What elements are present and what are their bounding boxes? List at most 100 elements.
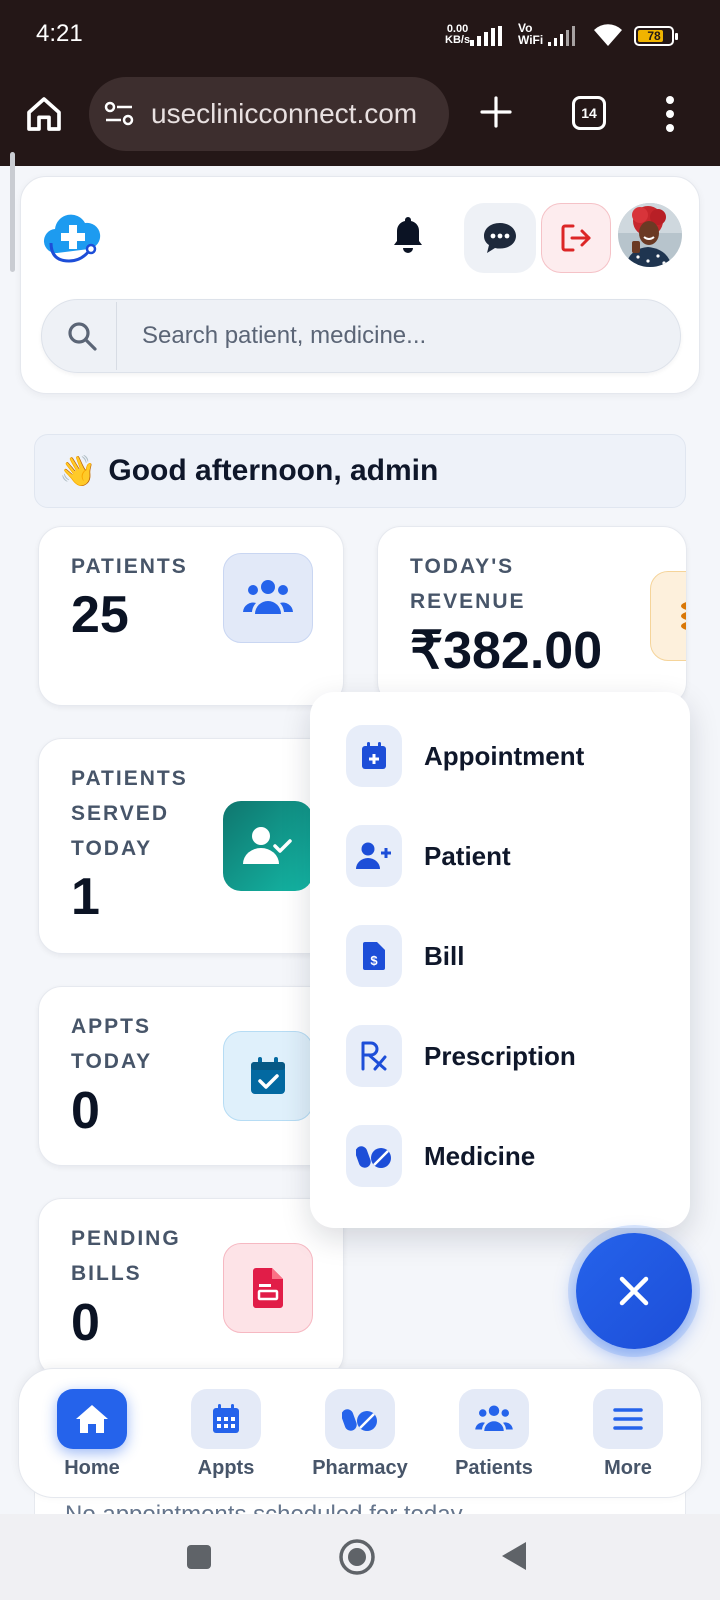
- quick-add-patient[interactable]: Patient: [346, 824, 676, 888]
- stat-label-line-2: REVENUE: [410, 590, 526, 613]
- app-header: [20, 176, 700, 394]
- stat-card-revenue[interactable]: TODAY'S REVENUE ₹382.00: [377, 526, 687, 706]
- nav-label: Appts: [197, 1457, 255, 1479]
- stat-label-line-2: SERVED: [71, 802, 169, 825]
- stat-label-line-3: TODAY: [71, 837, 153, 860]
- users-icon: [243, 580, 293, 614]
- menu-item-label: Prescription: [424, 1040, 576, 1071]
- new-tab-icon[interactable]: [478, 94, 514, 130]
- pills-icon-box: [346, 1125, 402, 1187]
- stat-value: 0: [71, 1082, 100, 1140]
- wifi-icon: [594, 24, 622, 46]
- browser-toolbar: useclinicconnect.com 14: [0, 72, 720, 166]
- browser-home-icon[interactable]: [24, 94, 64, 134]
- back-icon[interactable]: [500, 1540, 528, 1572]
- users-icon-box: [459, 1389, 529, 1449]
- calendar-plus-icon: [362, 742, 386, 769]
- user-plus-icon-box: [346, 825, 402, 887]
- appts-stat-icon-box: [223, 1031, 313, 1121]
- logout-button[interactable]: [541, 203, 611, 273]
- stat-card-patients[interactable]: PATIENTS 25: [38, 526, 344, 706]
- home-icon: [76, 1405, 108, 1433]
- clinic-logo-icon: [43, 214, 101, 263]
- pills-icon: [342, 1409, 377, 1431]
- stat-label: PATIENTS: [71, 555, 188, 578]
- nav-label: More: [604, 1457, 652, 1479]
- pills-icon: [356, 1146, 391, 1168]
- bills-stat-icon-box: [223, 1243, 313, 1333]
- chat-icon: [484, 223, 516, 253]
- stat-label-line-1: APPTS: [71, 1015, 152, 1038]
- calendar-plus-icon-box: [346, 725, 402, 787]
- site-settings-icon[interactable]: [104, 101, 136, 127]
- patients-stat-icon-box: [223, 553, 313, 643]
- greeting-banner: 👋 Good afternoon, admin: [34, 434, 686, 508]
- nav-label: Home: [64, 1457, 120, 1479]
- nav-patients[interactable]: Patients: [429, 1389, 559, 1489]
- network-speed: 0.00 KB/s: [445, 23, 471, 46]
- notification-bell-icon[interactable]: [393, 215, 423, 253]
- signal-icon: [470, 26, 502, 46]
- search-icon: [68, 322, 97, 351]
- wave-emoji: 👋: [59, 454, 97, 488]
- pills-icon-box: [325, 1389, 395, 1449]
- revenue-stat-icon-box: [650, 571, 686, 661]
- user-check-icon: [243, 827, 292, 864]
- status-bar: 4:21 0.00 KB/s Vo WiFi 78: [0, 0, 720, 72]
- stat-value: 25: [71, 586, 129, 644]
- messages-button[interactable]: [464, 203, 536, 273]
- menu-item-label: Patient: [424, 840, 511, 871]
- search-bar[interactable]: [41, 299, 681, 373]
- nav-pharmacy[interactable]: Pharmacy: [295, 1389, 425, 1489]
- stat-card-pending-bills[interactable]: PENDING BILLS 0: [38, 1198, 344, 1378]
- search-input[interactable]: [142, 300, 662, 372]
- stat-label-line-2: TODAY: [71, 1050, 153, 1073]
- users-icon: [475, 1405, 513, 1431]
- home-icon-box: [57, 1389, 127, 1449]
- stat-value: ₹382.00: [410, 622, 603, 680]
- signal-2-icon: [548, 26, 575, 46]
- search-divider: [116, 302, 117, 370]
- page-scrollbar[interactable]: [10, 152, 15, 272]
- nav-more[interactable]: More: [563, 1389, 693, 1489]
- battery-icon: 78: [634, 26, 678, 46]
- close-icon: [619, 1276, 649, 1306]
- user-plus-icon: [356, 842, 391, 869]
- coins-icon: [681, 602, 686, 630]
- stat-value: 0: [71, 1294, 100, 1352]
- calendar-icon-box: [191, 1389, 261, 1449]
- quick-add-appointment[interactable]: Appointment: [346, 724, 676, 788]
- bill-icon-box: $: [346, 925, 402, 987]
- system-home-icon[interactable]: [338, 1538, 376, 1576]
- logout-icon: [561, 224, 591, 252]
- quick-add-menu: Appointment Patient $ Bill Prescription: [310, 692, 690, 1228]
- stat-card-appts-today[interactable]: APPTS TODAY 0: [38, 986, 344, 1166]
- stat-label-line-2: BILLS: [71, 1262, 142, 1285]
- menu-item-label: Medicine: [424, 1140, 536, 1171]
- greeting-text: Good afternoon, admin: [108, 454, 439, 487]
- calendar-icon: [213, 1404, 239, 1433]
- nav-appts[interactable]: Appts: [161, 1389, 291, 1489]
- browser-menu-icon[interactable]: [664, 94, 676, 134]
- user-avatar[interactable]: [618, 203, 682, 267]
- calendar-check-icon: [251, 1057, 285, 1094]
- quick-add-close-button[interactable]: [576, 1233, 692, 1349]
- quick-add-medicine[interactable]: Medicine: [346, 1124, 676, 1188]
- nav-label: Pharmacy: [312, 1457, 408, 1479]
- nav-label: Patients: [455, 1457, 533, 1479]
- system-navigation-bar: [0, 1514, 720, 1600]
- menu-item-label: Bill: [424, 940, 465, 971]
- quick-add-prescription[interactable]: Prescription: [346, 1024, 676, 1088]
- stat-label-line-1: TODAY'S: [410, 555, 515, 578]
- tab-switcher-button[interactable]: 14: [572, 96, 606, 130]
- quick-add-bill[interactable]: $ Bill: [346, 924, 676, 988]
- nav-home[interactable]: Home: [27, 1389, 157, 1489]
- invoice-icon: [253, 1268, 283, 1308]
- vowifi-indicator: Vo WiFi: [518, 21, 544, 47]
- recents-icon[interactable]: [186, 1544, 212, 1570]
- url-bar[interactable]: useclinicconnect.com: [89, 77, 449, 151]
- stat-card-served-today[interactable]: PATIENTS SERVED TODAY 1: [38, 738, 344, 954]
- status-time: 4:21: [36, 20, 83, 47]
- url-text: useclinicconnect.com: [151, 98, 418, 129]
- menu-item-label: Appointment: [424, 740, 585, 771]
